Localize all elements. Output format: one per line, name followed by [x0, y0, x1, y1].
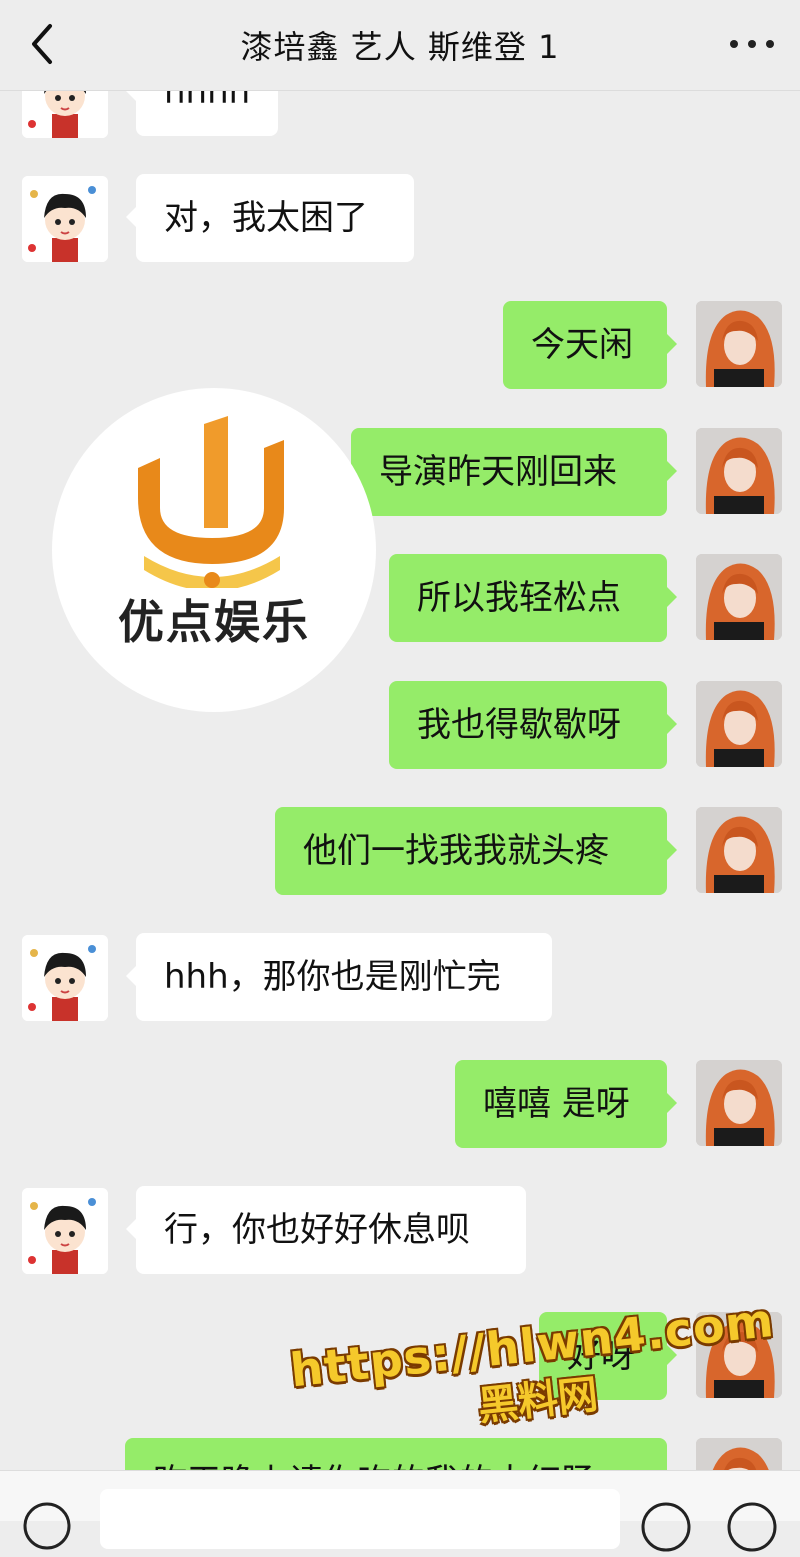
brand-logo-text: 优点娱乐 [118, 595, 310, 649]
message-bubble-outgoing[interactable]: 他们一找我我就头疼 [275, 807, 677, 895]
message-input[interactable] [100, 1489, 620, 1549]
contact-avatar[interactable] [22, 935, 108, 1021]
plus-icon[interactable] [726, 1501, 778, 1553]
self-avatar[interactable] [696, 1060, 782, 1146]
top-bar: 漆培鑫 艺人 斯维登 1 [0, 0, 800, 91]
message-bubble-outgoing[interactable]: 我也得歇歇呀 [389, 681, 677, 769]
message-bubble-incoming[interactable]: 对，我太困了 [126, 174, 414, 262]
message-bubble-outgoing[interactable]: 昨天晚上请你吃的我的大红肠 [125, 1438, 667, 1470]
self-avatar[interactable] [696, 1438, 782, 1470]
self-avatar[interactable] [696, 681, 782, 767]
emoji-icon[interactable] [640, 1501, 692, 1553]
self-avatar[interactable] [696, 554, 782, 640]
input-bar [0, 1470, 800, 1552]
contact-avatar[interactable] [22, 176, 108, 262]
more-dots-icon[interactable] [726, 28, 778, 58]
message-bubble-incoming[interactable]: 行，你也好好休息呗 [126, 1186, 526, 1274]
self-avatar[interactable] [696, 807, 782, 893]
voice-icon[interactable] [22, 1501, 72, 1551]
self-avatar[interactable] [696, 301, 782, 387]
chat-title: 漆培鑫 艺人 斯维登 1 [240, 28, 560, 66]
brand-logo-overlay: 优点娱乐 [52, 388, 376, 712]
contact-avatar[interactable] [22, 1188, 108, 1274]
brand-logo-icon [138, 416, 284, 591]
chat-area[interactable]: hhhh 对，我太困了 今天闲 导演昨天刚回来 所以我轻松点 我也得歇歇呀 他们… [0, 0, 800, 1470]
message-bubble-outgoing[interactable]: 今天闲 [503, 301, 677, 389]
message-bubble-outgoing[interactable]: 所以我轻松点 [389, 554, 677, 642]
message-bubble-incoming[interactable]: hhh，那你也是刚忙完 [126, 933, 552, 1021]
message-bubble-outgoing[interactable]: 嘻嘻 是呀 [455, 1060, 677, 1148]
self-avatar[interactable] [696, 428, 782, 514]
message-bubble-outgoing[interactable]: 导演昨天刚回来 [351, 428, 677, 516]
